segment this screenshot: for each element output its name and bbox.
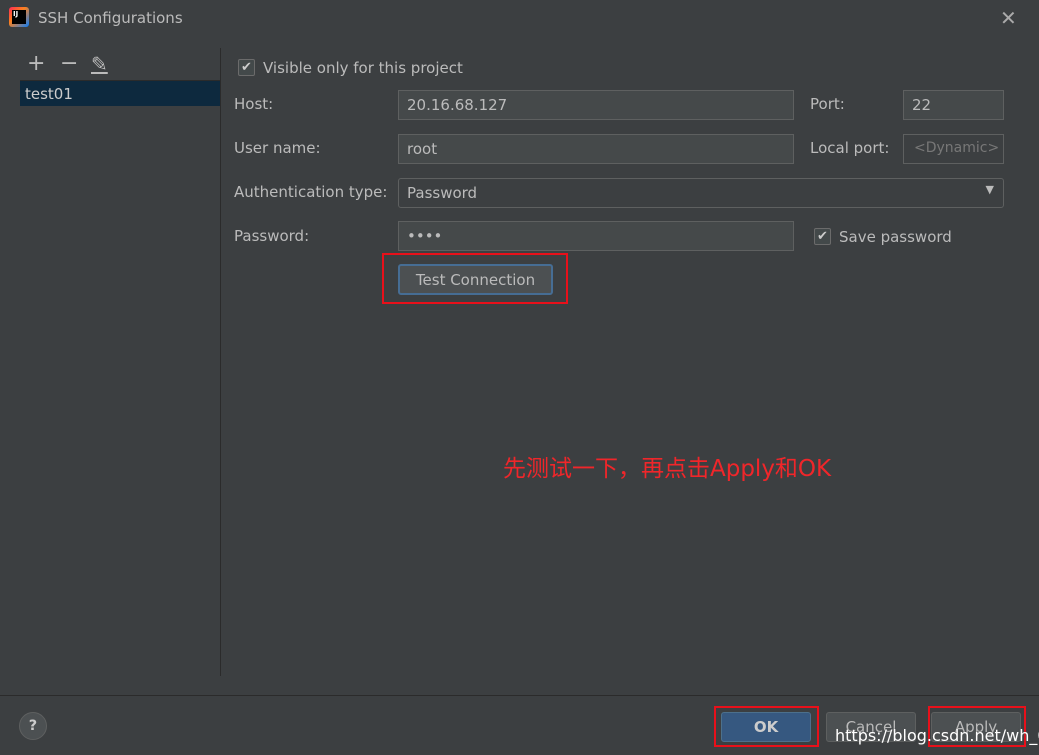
port-label: Port: bbox=[810, 95, 845, 113]
user-name-label: User name: bbox=[234, 139, 321, 157]
visible-only-label: Visible only for this project bbox=[263, 59, 463, 77]
list-item[interactable]: test01 bbox=[20, 81, 220, 106]
add-icon[interactable]: + bbox=[27, 51, 45, 76]
app-logo: IJ bbox=[9, 7, 29, 27]
config-list: test01 bbox=[20, 80, 220, 680]
password-input[interactable]: •••• bbox=[398, 221, 794, 251]
remove-icon[interactable]: − bbox=[60, 51, 78, 76]
window-title: SSH Configurations bbox=[38, 9, 183, 27]
password-label: Password: bbox=[234, 227, 310, 245]
chevron-down-icon: ▼ bbox=[985, 183, 994, 196]
help-button[interactable]: ? bbox=[19, 712, 47, 740]
visible-only-checkbox[interactable]: ✔ bbox=[238, 59, 255, 76]
ok-button[interactable]: OK bbox=[721, 712, 811, 742]
host-label: Host: bbox=[234, 95, 274, 113]
divider bbox=[220, 48, 221, 676]
test-connection-button[interactable]: Test Connection bbox=[398, 264, 553, 295]
watermark: https://blog.csdn.net/wh_07 bbox=[835, 726, 1039, 745]
local-port-input[interactable]: <Dynamic> bbox=[903, 134, 1004, 164]
user-name-input[interactable]: root bbox=[398, 134, 794, 164]
close-icon[interactable]: ✕ bbox=[1000, 6, 1017, 30]
footer-divider bbox=[0, 695, 1039, 696]
local-port-label: Local port: bbox=[810, 139, 890, 157]
save-password-label: Save password bbox=[839, 228, 952, 246]
auth-type-label: Authentication type: bbox=[234, 183, 388, 201]
auth-type-value: Password bbox=[407, 184, 478, 202]
port-input[interactable]: 22 bbox=[903, 90, 1004, 120]
host-input[interactable]: 20.16.68.127 bbox=[398, 90, 794, 120]
edit-icon[interactable]: ✎ bbox=[91, 52, 108, 76]
save-password-checkbox[interactable]: ✔ bbox=[814, 228, 831, 245]
annotation-text: 先测试一下，再点击Apply和OK bbox=[503, 456, 832, 482]
auth-type-select[interactable]: Password ▼ bbox=[398, 178, 1004, 208]
